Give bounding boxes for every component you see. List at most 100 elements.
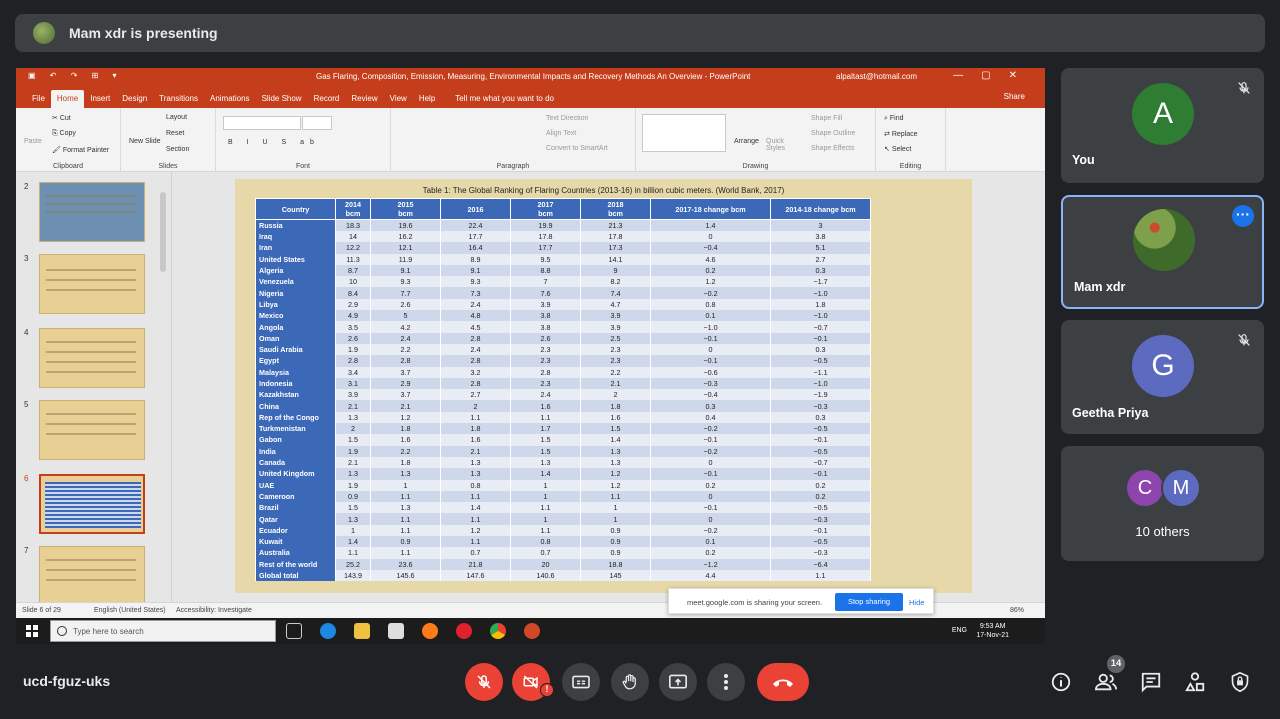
country-cell: India bbox=[255, 445, 336, 457]
camera-toggle-button[interactable]: ! bbox=[512, 663, 554, 701]
find-label: Find bbox=[889, 115, 904, 122]
powerpoint-icon[interactable] bbox=[524, 623, 540, 639]
value-cell: 2.7 bbox=[770, 253, 871, 265]
chat-button[interactable] bbox=[1138, 669, 1164, 695]
more-options-icon[interactable]: ··· bbox=[1232, 205, 1254, 227]
store-icon[interactable] bbox=[388, 623, 404, 639]
format-painter-button[interactable]: 🖌 Format Painter bbox=[52, 146, 109, 154]
slide-thumbnail-selected[interactable] bbox=[39, 474, 145, 534]
others-tile[interactable]: C M 10 others bbox=[1061, 446, 1264, 561]
clock[interactable]: 9:53 AM 17-Nov-21 bbox=[976, 622, 1009, 640]
tab-help[interactable]: Help bbox=[413, 90, 441, 108]
search-icon bbox=[57, 626, 67, 636]
shapes-gallery[interactable] bbox=[642, 114, 726, 152]
meeting-info-button[interactable] bbox=[1048, 669, 1074, 695]
table-row: Rest of the world 25.2 23.6 21.8 20 18.8 −1.2−… bbox=[255, 558, 871, 570]
value-cell: −1.0 bbox=[770, 377, 871, 390]
mic-toggle-button[interactable] bbox=[465, 663, 503, 701]
replace-button[interactable]: ⇄ Replace bbox=[884, 130, 918, 138]
participant-tile-presenter[interactable]: ··· Mam xdr bbox=[1061, 195, 1264, 309]
paste-button[interactable]: Paste bbox=[24, 138, 42, 145]
value-cell: 1.7 bbox=[510, 423, 581, 435]
thumbnails-scrollbar[interactable] bbox=[160, 192, 166, 272]
hide-notice-button[interactable]: Hide bbox=[909, 598, 924, 607]
activities-button[interactable] bbox=[1182, 669, 1208, 695]
task-view-icon[interactable] bbox=[286, 623, 302, 639]
window-buttons[interactable]: —▢✕ bbox=[953, 70, 1035, 81]
value-cell: 8.4 bbox=[335, 287, 371, 299]
value-cell: 0.1 bbox=[650, 536, 771, 548]
shape-effects-button[interactable]: Shape Effects bbox=[811, 145, 854, 152]
shape-fill-button[interactable]: Shape Fill bbox=[811, 115, 842, 122]
participant-tile-you[interactable]: A You bbox=[1061, 68, 1264, 183]
account-email[interactable]: alpaltast@hotmail.com bbox=[836, 72, 917, 81]
table-row: Algeria 8.7 9.1 9.1 8.8 9 0.2 0.3 bbox=[255, 264, 871, 277]
slide-thumbnail[interactable] bbox=[39, 400, 145, 460]
copy-button[interactable]: ⎘ Copy bbox=[52, 130, 76, 138]
value-cell: 1 bbox=[510, 490, 581, 503]
present-screen-button[interactable] bbox=[659, 663, 697, 701]
leave-call-button[interactable] bbox=[757, 663, 809, 701]
chrome-icon[interactable] bbox=[490, 623, 506, 639]
more-options-button[interactable] bbox=[707, 663, 745, 701]
find-button[interactable]: ⌕ Find bbox=[884, 115, 904, 123]
firefox-icon[interactable] bbox=[422, 623, 438, 639]
value-cell: −0.1 bbox=[650, 502, 771, 514]
avatar: A bbox=[1132, 83, 1194, 145]
input-language[interactable]: ENG bbox=[952, 627, 967, 634]
shape-outline-button[interactable]: Shape Outline bbox=[811, 130, 855, 137]
section-button[interactable]: Section bbox=[166, 146, 189, 153]
arrange-button[interactable]: Arrange bbox=[734, 138, 759, 145]
slide-thumbnail[interactable] bbox=[39, 254, 145, 314]
reset-button[interactable]: Reset bbox=[166, 130, 184, 137]
tab-design[interactable]: Design bbox=[116, 90, 153, 108]
font-size-box[interactable] bbox=[302, 116, 332, 130]
column-header: Country bbox=[255, 198, 336, 220]
participant-tile[interactable]: G Geetha Priya bbox=[1061, 320, 1264, 434]
share-button[interactable]: Share bbox=[1004, 92, 1025, 101]
value-cell: 1.2 bbox=[650, 276, 771, 288]
host-controls-button[interactable] bbox=[1227, 669, 1253, 695]
tab-file[interactable]: File bbox=[26, 90, 51, 108]
accessibility-status[interactable]: Accessibility: Investigate bbox=[176, 607, 252, 614]
language-status[interactable]: English (United States) bbox=[94, 607, 166, 614]
raise-hand-button[interactable] bbox=[611, 663, 649, 701]
copy-label: Copy bbox=[59, 130, 76, 137]
zoom-level[interactable]: 86% bbox=[1010, 607, 1024, 614]
tab-view[interactable]: View bbox=[384, 90, 413, 108]
tab-home[interactable]: Home bbox=[50, 90, 85, 108]
cut-button[interactable]: ✂ Cut bbox=[52, 114, 71, 122]
tab-insert[interactable]: Insert bbox=[84, 90, 116, 108]
font-name-box[interactable] bbox=[223, 116, 301, 130]
font-format-buttons[interactable]: B I U S ab bbox=[228, 139, 320, 146]
align-text-button[interactable]: Align Text bbox=[546, 130, 576, 137]
layout-button[interactable]: Layout bbox=[166, 114, 187, 121]
value-cell: 2.4 bbox=[440, 298, 511, 311]
windows-start-icon[interactable] bbox=[26, 625, 38, 637]
opera-icon[interactable] bbox=[456, 623, 472, 639]
slide-thumbnail[interactable] bbox=[39, 546, 145, 606]
stop-sharing-button[interactable]: Stop sharing bbox=[835, 593, 903, 611]
quick-styles-button[interactable]: Quick Styles bbox=[766, 138, 790, 152]
value-cell: 0.4 bbox=[650, 411, 771, 424]
file-explorer-icon[interactable] bbox=[354, 623, 370, 639]
value-cell: 17.7 bbox=[510, 242, 581, 254]
taskbar-search[interactable]: Type here to search bbox=[50, 620, 276, 642]
tell-me-search[interactable]: Tell me what you want to do bbox=[441, 90, 562, 108]
tab-slide-show[interactable]: Slide Show bbox=[256, 90, 308, 108]
tab-record[interactable]: Record bbox=[308, 90, 346, 108]
edge-icon[interactable] bbox=[320, 623, 336, 639]
new-slide-button[interactable]: New Slide bbox=[129, 138, 161, 145]
slide-counter: Slide 6 of 29 bbox=[22, 607, 61, 614]
captions-button[interactable] bbox=[562, 663, 600, 701]
select-button[interactable]: ↖ Select bbox=[884, 145, 911, 153]
smartart-button[interactable]: Convert to SmartArt bbox=[546, 145, 608, 152]
quick-access-toolbar[interactable]: ▣ ↶ ↷ ⊞ ▾ bbox=[28, 71, 123, 80]
tab-animations[interactable]: Animations bbox=[204, 90, 256, 108]
slide-thumbnail[interactable] bbox=[39, 182, 145, 242]
slide-thumbnail[interactable] bbox=[39, 328, 145, 388]
country-cell: Brazil bbox=[255, 502, 336, 514]
tab-transitions[interactable]: Transitions bbox=[153, 90, 204, 108]
tab-review[interactable]: Review bbox=[345, 90, 383, 108]
text-direction-button[interactable]: Text Direction bbox=[546, 115, 588, 122]
